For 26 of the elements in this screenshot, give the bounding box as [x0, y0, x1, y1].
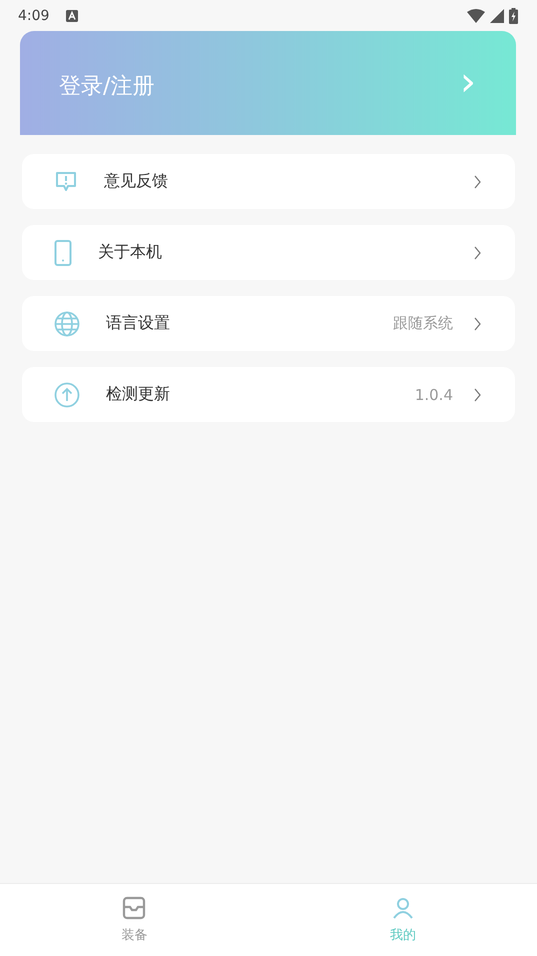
chevron-right-icon	[474, 246, 481, 260]
settings-row[interactable]: 检测更新 1.0.4	[22, 367, 515, 422]
signal-icon	[490, 8, 504, 22]
row-value: 跟随系统	[393, 314, 453, 333]
settings-row[interactable]: 语言设置 跟随系统	[22, 296, 515, 351]
feedback-icon	[54, 170, 78, 192]
chevron-right-icon	[474, 388, 481, 402]
battery-icon	[509, 8, 518, 24]
wifi-icon	[467, 8, 485, 22]
row-value: 1.0.4	[414, 386, 453, 404]
chevron-right-icon	[474, 174, 481, 188]
row-label: 关于本机	[98, 242, 163, 263]
login-register-label: 登录/注册	[59, 73, 156, 101]
row-label: 意见反馈	[104, 171, 169, 192]
tray-icon	[122, 896, 146, 920]
row-label: 语言设置	[106, 313, 171, 334]
chevron-right-icon	[474, 316, 481, 330]
chevron-right-icon: ›	[460, 62, 476, 102]
phone-icon	[54, 240, 72, 266]
status-time: 4:09	[18, 8, 50, 24]
settings-row[interactable]: 意见反馈	[22, 154, 515, 209]
row-label: 检测更新	[106, 384, 171, 405]
globe-icon	[54, 310, 80, 336]
settings-row[interactable]: 关于本机	[22, 225, 515, 280]
keyboard-notification-icon	[66, 10, 78, 22]
person-icon	[390, 896, 415, 920]
